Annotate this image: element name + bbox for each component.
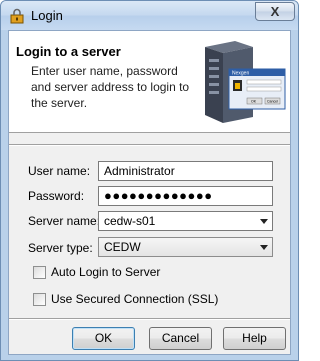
close-icon: X — [270, 4, 280, 19]
server-illustration: Nexgen OK Cancel — [205, 41, 286, 123]
password-input[interactable]: ●●●●●●●●●●●●● — [98, 186, 273, 206]
illus-cancel: Cancel — [267, 100, 278, 104]
chevron-down-icon[interactable] — [260, 219, 268, 224]
dialog-body: Login to a server Enter user name, passw… — [8, 30, 291, 355]
server-name-combo[interactable]: cedw-s01 — [98, 211, 273, 231]
server-name-label: Server name: — [28, 214, 101, 228]
title-bar[interactable]: Login X — [1, 1, 298, 30]
username-input[interactable]: Administrator — [98, 161, 273, 181]
header-title: Login to a server — [16, 44, 121, 59]
auto-login-label[interactable]: Auto Login to Server — [51, 265, 160, 279]
lock-app-icon — [10, 8, 24, 24]
password-label: Password: — [28, 189, 85, 203]
illus-title: Nexgen — [232, 71, 249, 77]
window-title: Login — [31, 8, 63, 23]
help-button[interactable]: Help — [223, 327, 286, 350]
footer-separator — [9, 318, 290, 320]
ok-button[interactable]: OK — [72, 327, 135, 350]
ssl-label[interactable]: Use Secured Connection (SSL) — [51, 292, 218, 306]
server-type-value: CEDW — [104, 240, 141, 254]
cancel-button[interactable]: Cancel — [149, 327, 212, 350]
server-name-value: cedw-s01 — [104, 214, 156, 228]
header-separator — [9, 144, 290, 146]
server-type-select[interactable]: CEDW — [98, 237, 273, 257]
dialog-header: Login to a server Enter user name, passw… — [9, 31, 290, 133]
auto-login-checkbox[interactable] — [33, 266, 46, 279]
chevron-down-icon[interactable] — [260, 245, 268, 250]
server-type-label: Server type: — [28, 241, 93, 255]
username-label: User name: — [28, 164, 91, 178]
illus-ok: OK — [251, 100, 257, 104]
close-button[interactable]: X — [255, 2, 295, 21]
ssl-checkbox[interactable] — [33, 293, 46, 306]
header-description: Enter user name, password and server add… — [31, 64, 190, 110]
login-window: Login X Login to a server Enter user nam… — [0, 0, 299, 361]
